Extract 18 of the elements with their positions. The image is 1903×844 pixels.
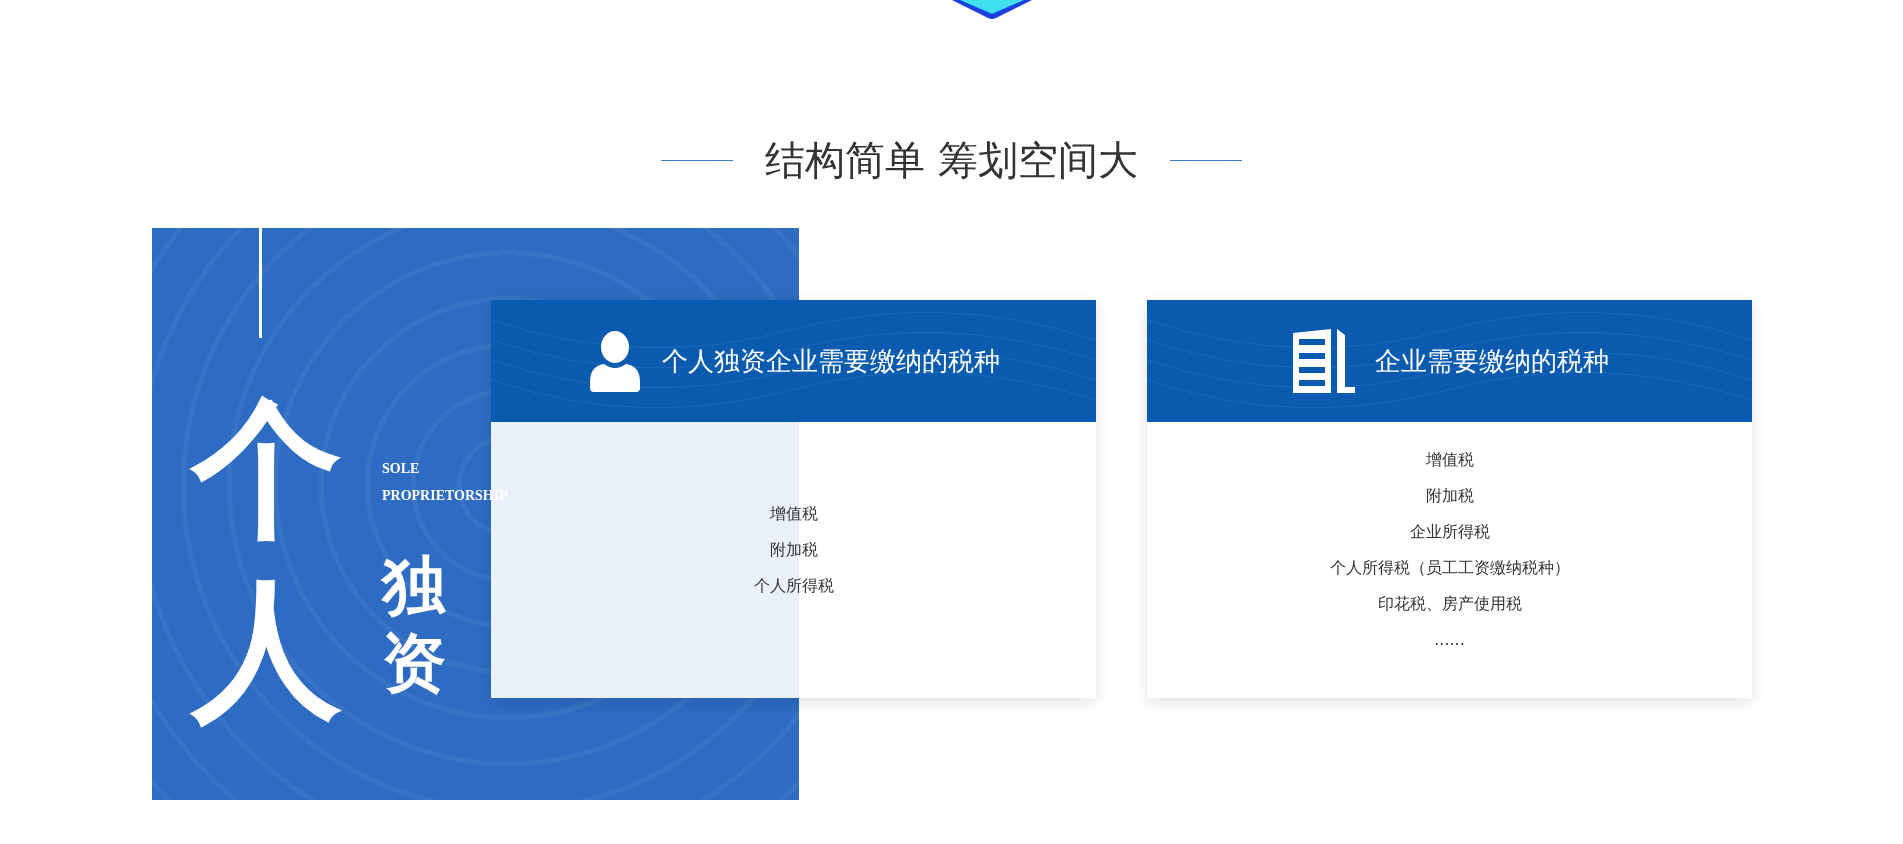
tax-item: 个人所得税 xyxy=(753,575,834,597)
card-title: 企业需要缴纳的税种 xyxy=(1374,344,1609,378)
english-label: SOLE xyxy=(382,460,421,478)
tax-item: 附加税 xyxy=(769,539,818,561)
section-title: 结构简单 筹划空间大 xyxy=(765,136,1138,185)
tax-item: 增值税 xyxy=(1425,449,1474,471)
calligraphy-main: 个人 xyxy=(192,379,342,738)
card-title: 个人独资企业需要缴纳的税种 xyxy=(661,344,1000,378)
building-icon xyxy=(1290,329,1355,393)
tax-item: 增值税 xyxy=(769,503,818,525)
tax-item: 个人所得税（员工工资缴纳税种） xyxy=(1329,557,1570,579)
calligraphy-side: 独资 xyxy=(382,548,446,702)
person-icon xyxy=(587,330,642,392)
tax-item: 企业所得税 xyxy=(1409,521,1490,543)
diamond-icon xyxy=(951,0,1032,20)
tax-item: 附加税 xyxy=(1425,485,1474,507)
tax-item: 印花税、房产使用税 xyxy=(1377,593,1522,615)
tax-item: ...... xyxy=(1434,629,1465,651)
